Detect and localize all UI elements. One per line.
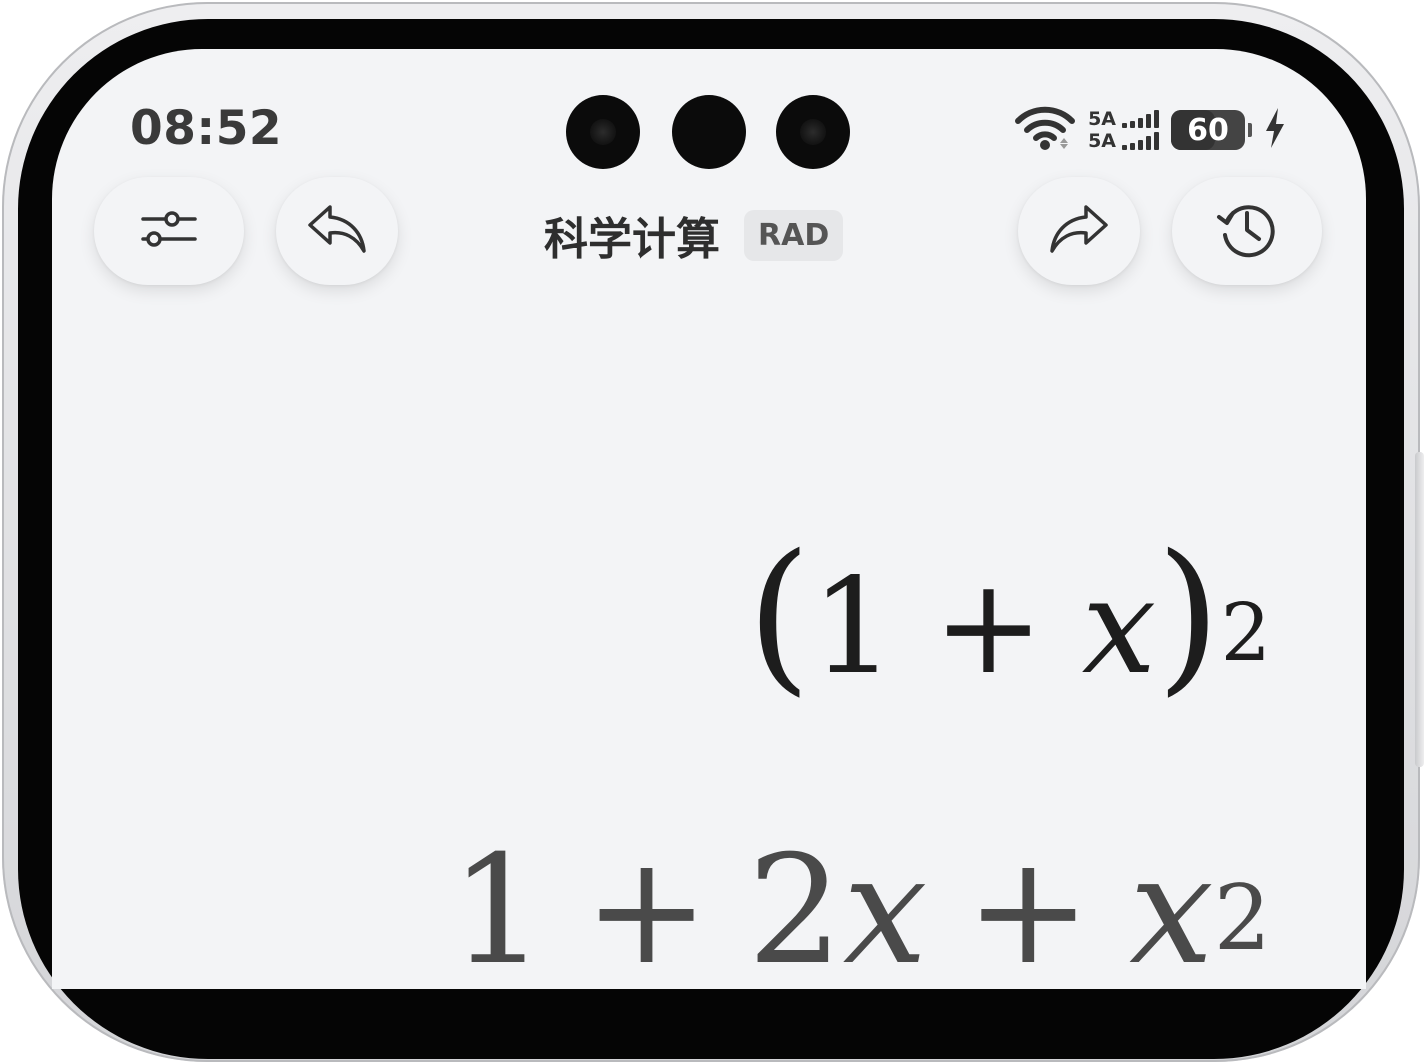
result-variable-2: x — [1129, 824, 1214, 989]
status-icons: 5A 5A 60 — [1014, 105, 1286, 155]
expression-open-paren: ( — [746, 519, 812, 711]
network-label-2: 5A — [1088, 130, 1116, 152]
camera-lens-right — [776, 95, 850, 169]
battery-icon: 60 — [1171, 110, 1245, 150]
settings-button[interactable] — [94, 177, 244, 285]
camera-lens-left — [566, 95, 640, 169]
result-operator-2: + — [965, 824, 1092, 989]
camera-center — [672, 95, 746, 169]
expression-exponent: 2 — [1220, 586, 1271, 680]
undo-button[interactable] — [276, 177, 398, 285]
history-icon — [1215, 197, 1279, 265]
expression-operator: + — [933, 550, 1044, 704]
redo-icon — [1048, 203, 1110, 259]
expression-variable: x — [1081, 550, 1157, 704]
wifi-icon — [1014, 105, 1076, 155]
expression-display: ( 1 + x ) 2 — [747, 519, 1271, 711]
side-button — [1415, 452, 1424, 767]
charging-bolt-icon — [1264, 107, 1286, 153]
battery-cap — [1248, 123, 1252, 137]
status-time: 08:52 — [130, 101, 283, 156]
result-exponent: 2 — [1213, 865, 1271, 971]
title-area: 科学计算 RAD — [544, 203, 844, 267]
result-term-1: 1 — [450, 824, 546, 989]
signal-bars-2 — [1122, 132, 1159, 150]
settings-sliders-icon — [141, 207, 197, 255]
page-title: 科学计算 — [544, 214, 720, 265]
expression-number: 1 — [811, 550, 896, 704]
result-coefficient: 2 — [747, 824, 843, 989]
undo-icon — [306, 203, 368, 259]
result-operator-1: + — [583, 824, 710, 989]
result-variable-1: x — [842, 824, 928, 989]
angle-mode-badge[interactable]: RAD — [744, 209, 844, 261]
result-display: 1 + 2 x + x 2 — [450, 824, 1271, 989]
redo-button[interactable] — [1018, 177, 1140, 285]
signal-bars-1 — [1122, 110, 1159, 128]
network-label-1: 5A — [1088, 108, 1116, 130]
battery-percent: 60 — [1187, 112, 1229, 148]
screen: 08:52 5A 5A 60 科学计算 RAD (1 + x) 2 1 + … — [52, 49, 1366, 989]
expression-close-paren: ) — [1156, 519, 1221, 711]
history-button[interactable] — [1172, 177, 1322, 285]
signal-icon: 5A 5A — [1088, 109, 1159, 151]
